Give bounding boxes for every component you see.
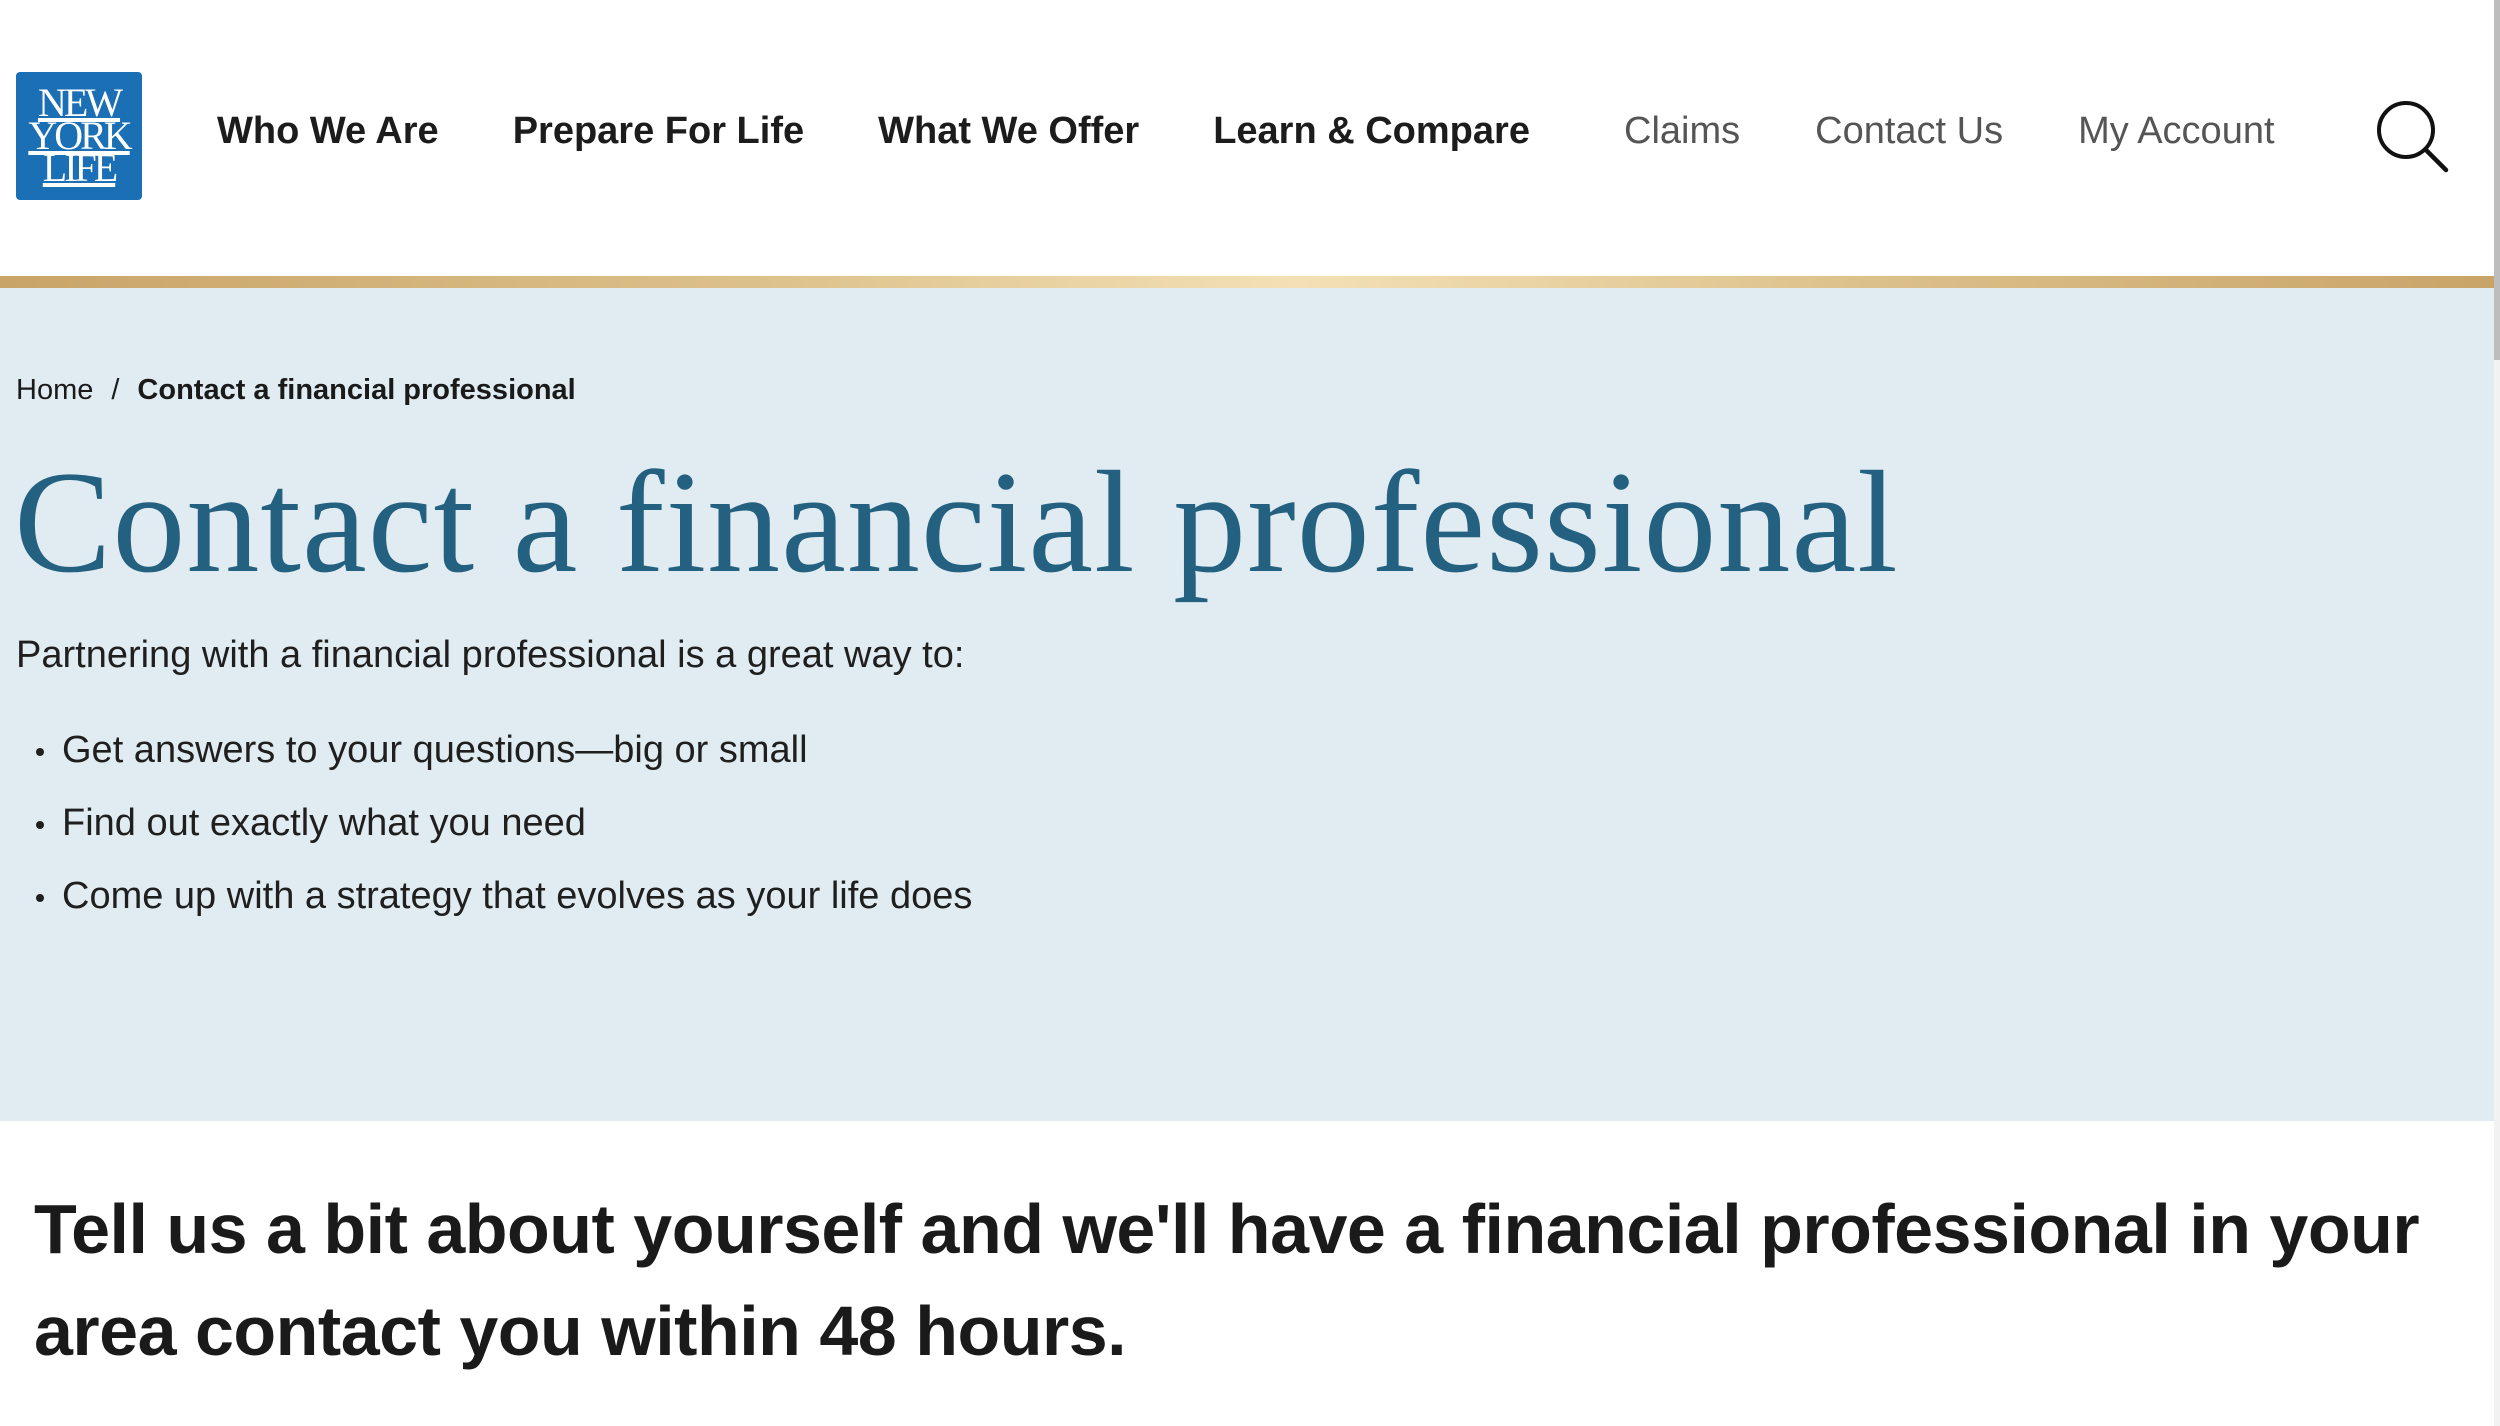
search-icon — [2377, 101, 2449, 173]
form-section-heading: Tell us a bit about yourself and we'll h… — [34, 1190, 2420, 1370]
nav-what-we-offer[interactable]: What We Offer — [878, 110, 1139, 153]
page-title: Contact a financial professional — [14, 441, 1899, 603]
intro-text: Partnering with a financial professional… — [16, 634, 965, 676]
nav-learn-and-compare[interactable]: Learn & Compare — [1213, 110, 1530, 153]
page-scrollbar[interactable] — [2494, 0, 2500, 1426]
nav-prepare-for-life[interactable]: Prepare For Life — [513, 110, 804, 153]
list-item: Get answers to your questions—big or sma… — [30, 726, 972, 799]
nav-my-account[interactable]: My Account — [2078, 110, 2274, 153]
breadcrumb-current: Contact a financial professional — [137, 374, 576, 406]
search-button[interactable] — [2372, 96, 2452, 176]
utility-nav: Claims Contact Us My Account — [1624, 100, 2275, 162]
page: New York Life Who We Are Prepare For Lif… — [0, 0, 2500, 1426]
breadcrumb: Home / Contact a financial professional — [16, 374, 576, 407]
nav-who-we-are[interactable]: Who We Are — [217, 110, 439, 153]
nav-claims[interactable]: Claims — [1624, 110, 1740, 153]
primary-nav: Who We Are Prepare For Life What We Offe… — [217, 100, 1604, 162]
nav-contact-us[interactable]: Contact Us — [1815, 110, 2003, 153]
site-header: New York Life Who We Are Prepare For Lif… — [0, 0, 2494, 278]
header-divider — [0, 276, 2494, 288]
breadcrumb-separator: / — [111, 374, 120, 406]
hero-section: Home / Contact a financial professional … — [0, 288, 2494, 1121]
scrollbar-thumb[interactable] — [2494, 0, 2500, 360]
list-item: Come up with a strategy that evolves as … — [30, 872, 972, 945]
benefits-list: Get answers to your questions—big or sma… — [30, 726, 972, 945]
list-item: Find out exactly what you need — [30, 799, 972, 872]
breadcrumb-home[interactable]: Home — [16, 374, 93, 407]
new-york-life-logo[interactable]: New York Life — [16, 72, 142, 200]
logo-line-3: Life — [42, 145, 118, 191]
